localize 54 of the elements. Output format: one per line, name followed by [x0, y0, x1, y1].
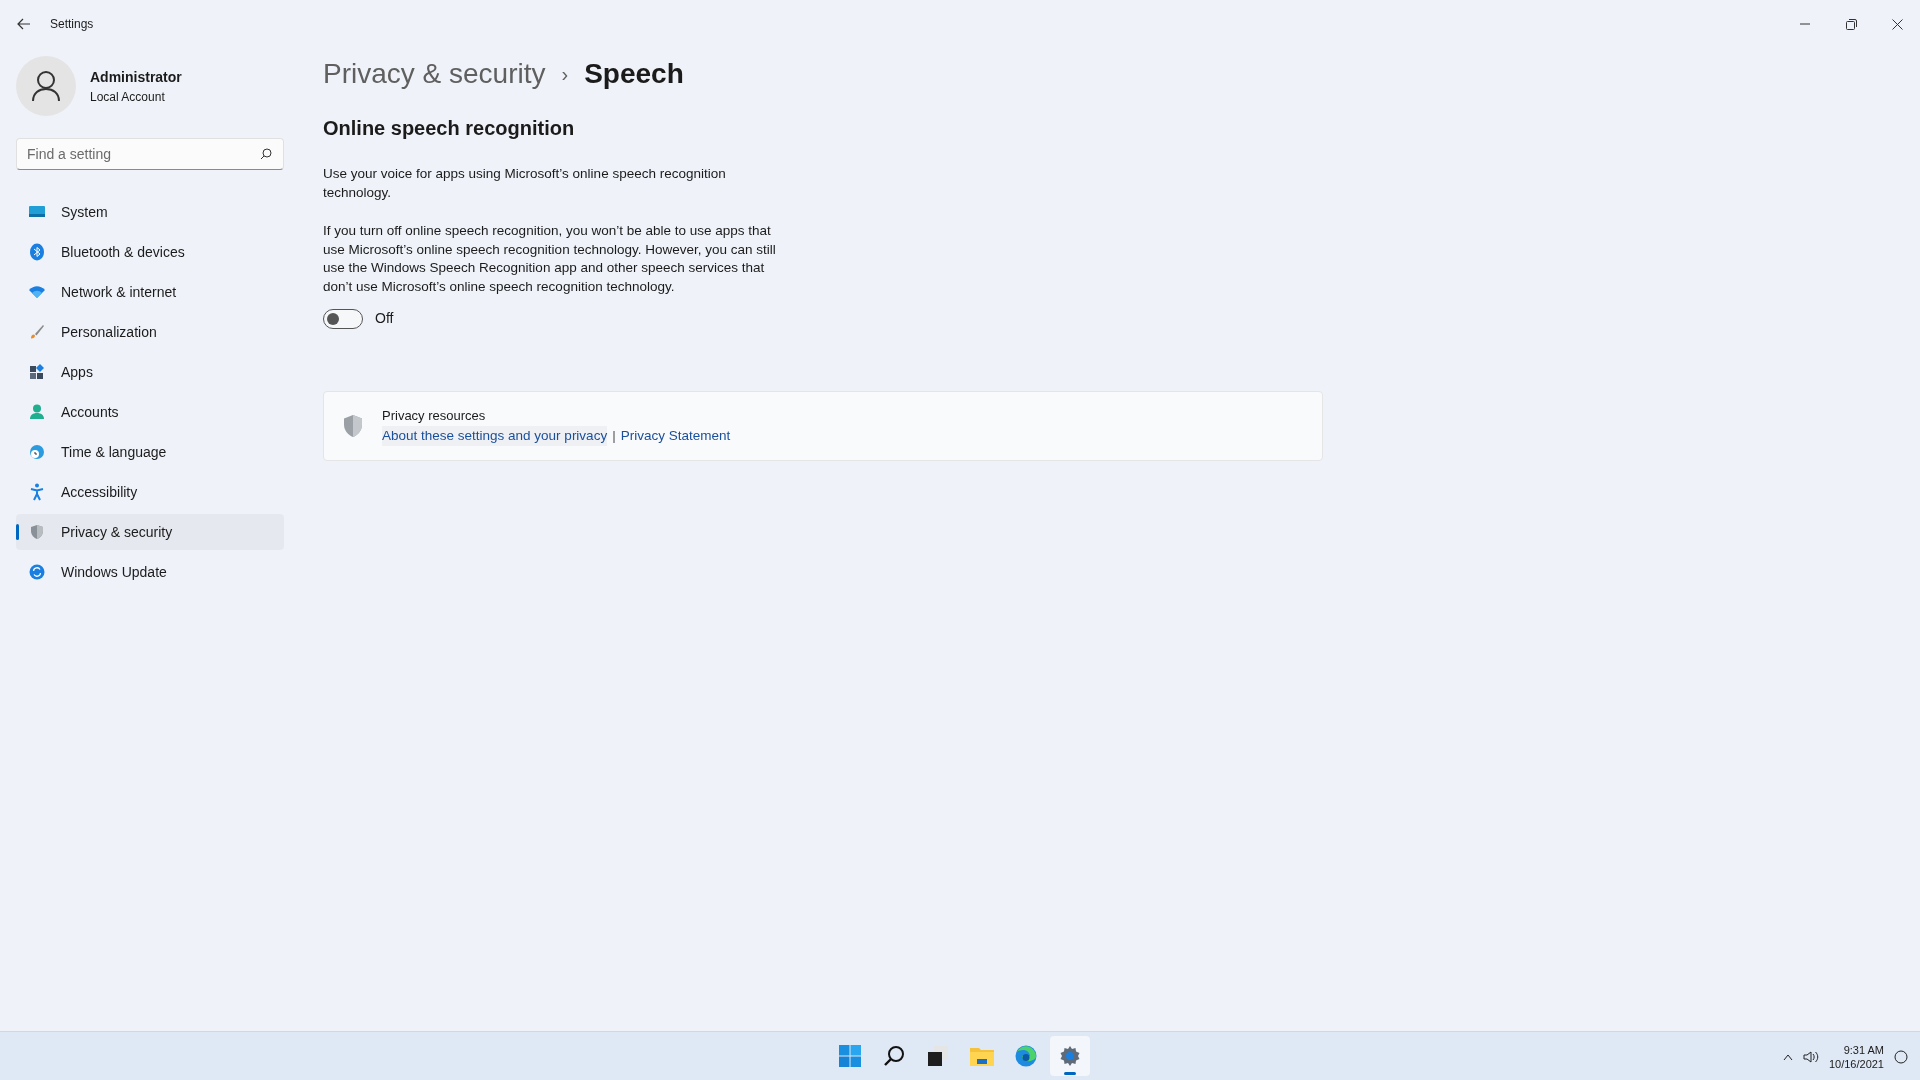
sidebar-item[interactable]: Accessibility — [16, 474, 284, 510]
sync-icon — [28, 564, 46, 580]
notification-icon[interactable] — [1894, 1049, 1908, 1064]
sidebar-item[interactable]: Accounts — [16, 394, 284, 430]
sidebar-item[interactable]: System — [16, 194, 284, 230]
system-icon — [28, 205, 46, 219]
minimize-icon — [1800, 23, 1810, 25]
section-title: Online speech recognition — [323, 116, 576, 141]
task-view-icon — [927, 1045, 949, 1067]
gear-icon — [1059, 1045, 1081, 1067]
breadcrumb-parent[interactable]: Privacy & security — [323, 53, 546, 95]
gear-button[interactable] — [1050, 1036, 1090, 1076]
toggle-switch[interactable] — [323, 308, 363, 329]
breadcrumb-separator: › — [561, 62, 569, 87]
sidebar-item[interactable]: Personalization — [16, 314, 284, 350]
chevron-up-icon[interactable] — [1782, 1052, 1793, 1061]
folder-icon — [970, 1046, 994, 1066]
globe-clock-icon — [28, 444, 46, 460]
shield-icon — [342, 414, 364, 438]
sidebar-item[interactable]: Network & internet — [16, 274, 284, 310]
toggle-label: Off — [375, 309, 394, 328]
back-button[interactable] — [16, 16, 32, 32]
sidebar-item[interactable]: Bluetooth & devices — [16, 234, 284, 270]
clock-date[interactable]: 10/16/2021 — [1828, 1056, 1884, 1071]
accessibility-icon — [28, 483, 46, 501]
browser-icon — [1015, 1045, 1037, 1067]
page-title: Speech — [584, 57, 684, 91]
window-title: Settings — [50, 16, 94, 33]
privacy-statement-link[interactable]: Privacy Statement — [620, 425, 731, 446]
close-icon — [1891, 18, 1903, 30]
search-field[interactable]: Find a setting — [16, 138, 284, 170]
apps-icon — [28, 364, 46, 380]
restore-icon — [1845, 18, 1857, 30]
sidebar-item[interactable]: Time & language — [16, 434, 284, 470]
wifi-icon — [28, 285, 46, 299]
description-text: If you turn off online speech recognition, you won’t be able to use apps that use Microsoft’s online speech recognition technology. However, you can still use the Windows Speech Recognition app and other speech services that don’t use Microsoft’s online speech recognition technology. — [323, 222, 777, 296]
bluetooth-icon — [28, 243, 46, 261]
clock-time[interactable]: 9:31 AM — [1843, 1042, 1884, 1057]
link-separator: | — [612, 426, 616, 445]
sidebar-item[interactable]: Privacy & security — [16, 514, 284, 550]
shield-icon — [28, 524, 46, 540]
start-icon — [839, 1045, 861, 1067]
search-icon — [883, 1045, 905, 1067]
description-text: Use your voice for apps using Microsoft’s online speech recognition technology. — [323, 165, 727, 202]
search-icon — [260, 148, 272, 160]
account-type: Local Account — [90, 88, 166, 106]
resources-title: Privacy resources — [382, 407, 487, 426]
paintbrush-icon — [28, 324, 46, 340]
privacy-settings-link[interactable]: About these settings and your privacy — [382, 425, 608, 446]
sidebar-item[interactable]: Windows Update — [16, 554, 284, 590]
account-name: Administrator — [90, 67, 182, 87]
person-icon — [28, 404, 46, 420]
sidebar-item[interactable]: Apps — [16, 354, 284, 390]
speaker-icon[interactable] — [1802, 1049, 1819, 1064]
